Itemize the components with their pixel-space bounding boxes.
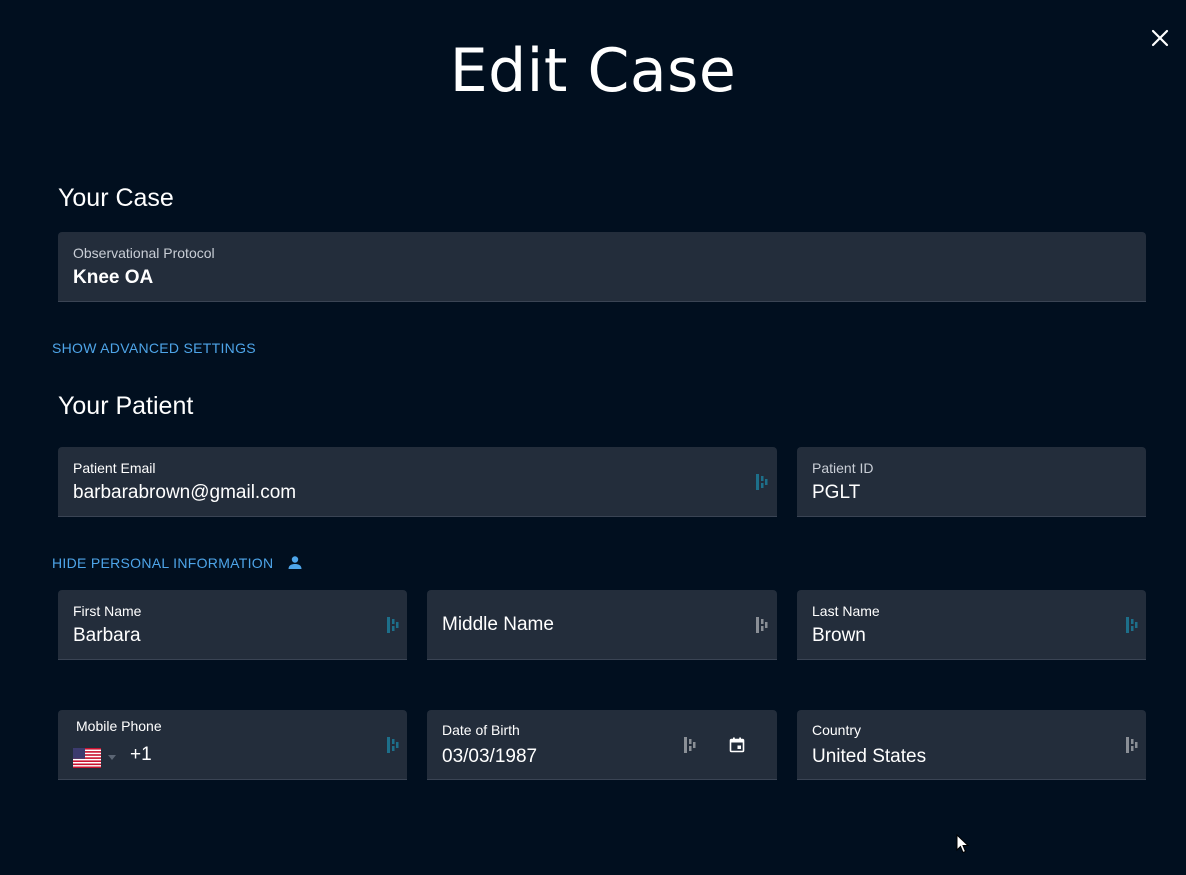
patient-email-label: Patient Email [73, 460, 156, 476]
password-manager-icon[interactable] [755, 616, 769, 634]
country-label: Country [812, 722, 862, 738]
person-icon [288, 556, 302, 569]
password-manager-icon[interactable] [386, 736, 400, 754]
password-manager-icon[interactable] [683, 736, 697, 754]
password-manager-icon[interactable] [755, 473, 769, 491]
calendar-icon[interactable] [729, 737, 745, 753]
last-name-label: Last Name [812, 603, 880, 619]
patient-id-input[interactable]: PGLT [812, 482, 860, 504]
first-name-field[interactable]: First Name Barbara [58, 590, 407, 660]
observational-protocol-value: Knee OA [73, 267, 154, 288]
show-advanced-settings-link[interactable]: SHOW ADVANCED SETTINGS [52, 340, 256, 356]
your-case-heading: Your Case [58, 184, 174, 212]
first-name-label: First Name [73, 603, 142, 619]
observational-protocol-field[interactable]: Observational Protocol Knee OA [58, 232, 1146, 302]
hide-personal-information-label: HIDE PERSONAL INFORMATION [52, 555, 274, 571]
mobile-phone-label: Mobile Phone [76, 718, 162, 734]
first-name-input[interactable]: Barbara [73, 625, 141, 647]
date-of-birth-label: Date of Birth [442, 722, 520, 738]
dialog-title: Edit Case [449, 36, 737, 106]
close-icon[interactable] [1148, 26, 1172, 50]
middle-name-input[interactable]: Middle Name [442, 614, 554, 636]
patient-id-field[interactable]: Patient ID PGLT [797, 447, 1146, 517]
country-code-dropdown-caret[interactable] [108, 755, 116, 760]
your-patient-heading: Your Patient [58, 392, 194, 420]
date-of-birth-input[interactable]: 03/03/1987 [442, 746, 537, 768]
mobile-phone-input[interactable]: +1 [130, 744, 152, 766]
patient-email-field[interactable]: Patient Email barbarabrown@gmail.com [58, 447, 777, 517]
last-name-field[interactable]: Last Name Brown [797, 590, 1146, 660]
patient-email-input[interactable]: barbarabrown@gmail.com [73, 482, 296, 504]
patient-id-label: Patient ID [812, 460, 874, 476]
mouse-cursor-icon [956, 834, 970, 854]
password-manager-icon[interactable] [1125, 736, 1139, 754]
middle-name-field[interactable]: Middle Name [427, 590, 777, 660]
country-input[interactable]: United States [812, 746, 926, 768]
observational-protocol-label: Observational Protocol [73, 245, 215, 261]
country-field[interactable]: Country United States [797, 710, 1146, 780]
password-manager-icon[interactable] [1125, 616, 1139, 634]
password-manager-icon[interactable] [386, 616, 400, 634]
mobile-phone-field[interactable]: Mobile Phone +1 [58, 710, 407, 780]
date-of-birth-field[interactable]: Date of Birth 03/03/1987 [427, 710, 777, 780]
last-name-input[interactable]: Brown [812, 625, 866, 647]
us-flag-icon[interactable] [73, 748, 101, 768]
close-button[interactable] [1148, 26, 1172, 50]
hide-personal-information-link[interactable]: HIDE PERSONAL INFORMATION [52, 555, 303, 571]
show-advanced-settings-label: SHOW ADVANCED SETTINGS [52, 340, 256, 356]
